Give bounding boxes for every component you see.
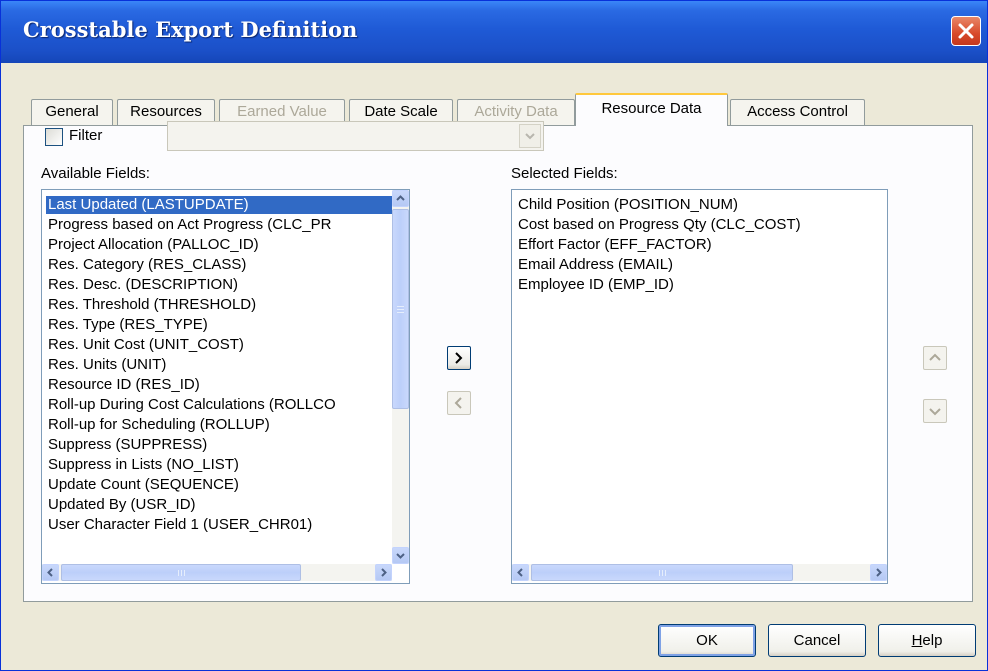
scroll-thumb[interactable] (392, 209, 409, 409)
list-item[interactable]: Suppress (SUPPRESS) (46, 436, 209, 454)
list-item[interactable]: Cost based on Progress Qty (CLC_COST) (516, 216, 803, 234)
window-title: Crosstable Export Definition (23, 17, 358, 42)
scroll-thumb[interactable] (531, 564, 793, 581)
chevron-down-icon (396, 553, 405, 559)
available-fields-list[interactable]: Last Updated (LASTUPDATE) Progress based… (41, 189, 410, 584)
list-item[interactable]: Res. Units (UNIT) (46, 356, 168, 374)
tab-access-control[interactable]: Access Control (730, 99, 865, 125)
scroll-left-button[interactable] (42, 564, 59, 581)
move-down-button[interactable] (923, 399, 947, 423)
close-icon (958, 23, 974, 39)
selected-horizontal-scrollbar[interactable] (512, 564, 887, 581)
cancel-button[interactable]: Cancel (768, 624, 866, 657)
tab-resource-data[interactable]: Resource Data (575, 93, 728, 126)
list-item[interactable]: Employee ID (EMP_ID) (516, 276, 676, 294)
list-item[interactable]: Res. Type (RES_TYPE) (46, 316, 210, 334)
list-item[interactable]: Email Address (EMAIL) (516, 256, 675, 274)
filter-checkbox[interactable] (45, 128, 63, 146)
chevron-down-icon (525, 133, 535, 140)
chevron-left-icon (47, 568, 53, 577)
tab-general[interactable]: General (31, 99, 113, 125)
help-mnemonic: H (911, 632, 923, 649)
list-item[interactable]: Suppress in Lists (NO_LIST) (46, 456, 241, 474)
selected-fields-label: Selected Fields: (511, 165, 618, 182)
chevron-right-icon (876, 568, 882, 577)
list-item[interactable]: Updated By (USR_ID) (46, 496, 198, 514)
list-item[interactable]: Update Count (SEQUENCE) (46, 476, 241, 494)
scroll-right-button[interactable] (375, 564, 392, 581)
list-item[interactable]: Effort Factor (EFF_FACTOR) (516, 236, 714, 254)
help-button[interactable]: Help (878, 624, 976, 657)
list-item[interactable]: User Character Field 1 (USER_CHR01) (46, 516, 314, 534)
chevron-left-icon (517, 568, 523, 577)
available-fields-label: Available Fields: (41, 165, 150, 182)
move-up-button[interactable] (923, 346, 947, 370)
scroll-up-button[interactable] (392, 190, 409, 207)
scroll-right-button[interactable] (870, 564, 887, 581)
scroll-thumb[interactable] (61, 564, 301, 581)
list-item[interactable]: Child Position (POSITION_NUM) (516, 196, 740, 214)
add-field-button[interactable] (447, 346, 471, 370)
list-item[interactable]: Progress based on Act Progress (CLC_PR (46, 216, 333, 234)
dialog-window: Crosstable Export Definition General Res… (0, 0, 988, 671)
chevron-down-icon (929, 408, 941, 416)
available-horizontal-scrollbar[interactable] (42, 564, 392, 581)
remove-field-button[interactable] (447, 391, 471, 415)
list-item[interactable]: Roll-up During Cost Calculations (ROLLCO (46, 396, 338, 414)
title-bar[interactable]: Crosstable Export Definition (1, 1, 987, 63)
chevron-up-icon (929, 353, 941, 361)
list-item[interactable]: Roll-up for Scheduling (ROLLUP) (46, 416, 272, 434)
chevron-left-icon (454, 397, 462, 409)
chevron-right-icon (455, 352, 463, 364)
available-vertical-scrollbar[interactable] (392, 190, 409, 564)
ok-button[interactable]: OK (658, 624, 756, 657)
close-button[interactable] (951, 16, 981, 46)
list-item[interactable]: Resource ID (RES_ID) (46, 376, 202, 394)
list-item[interactable]: Res. Threshold (THRESHOLD) (46, 296, 258, 314)
filter-label: Filter (69, 127, 103, 144)
scroll-left-button[interactable] (512, 564, 529, 581)
list-item[interactable]: Project Allocation (PALLOC_ID) (46, 236, 261, 254)
filter-dropdown[interactable] (167, 121, 544, 151)
list-item[interactable]: Res. Unit Cost (UNIT_COST) (46, 336, 246, 354)
selected-fields-list[interactable]: Child Position (POSITION_NUM) Cost based… (511, 189, 888, 584)
chevron-up-icon (396, 195, 405, 201)
list-item[interactable]: Res. Category (RES_CLASS) (46, 256, 248, 274)
dropdown-button[interactable] (519, 124, 541, 148)
help-label-rest: elp (922, 632, 943, 649)
list-item[interactable]: Res. Desc. (DESCRIPTION) (46, 276, 240, 294)
scroll-down-button[interactable] (392, 547, 409, 564)
list-item-selected[interactable]: Last Updated (LASTUPDATE) (46, 196, 392, 214)
chevron-right-icon (381, 568, 387, 577)
